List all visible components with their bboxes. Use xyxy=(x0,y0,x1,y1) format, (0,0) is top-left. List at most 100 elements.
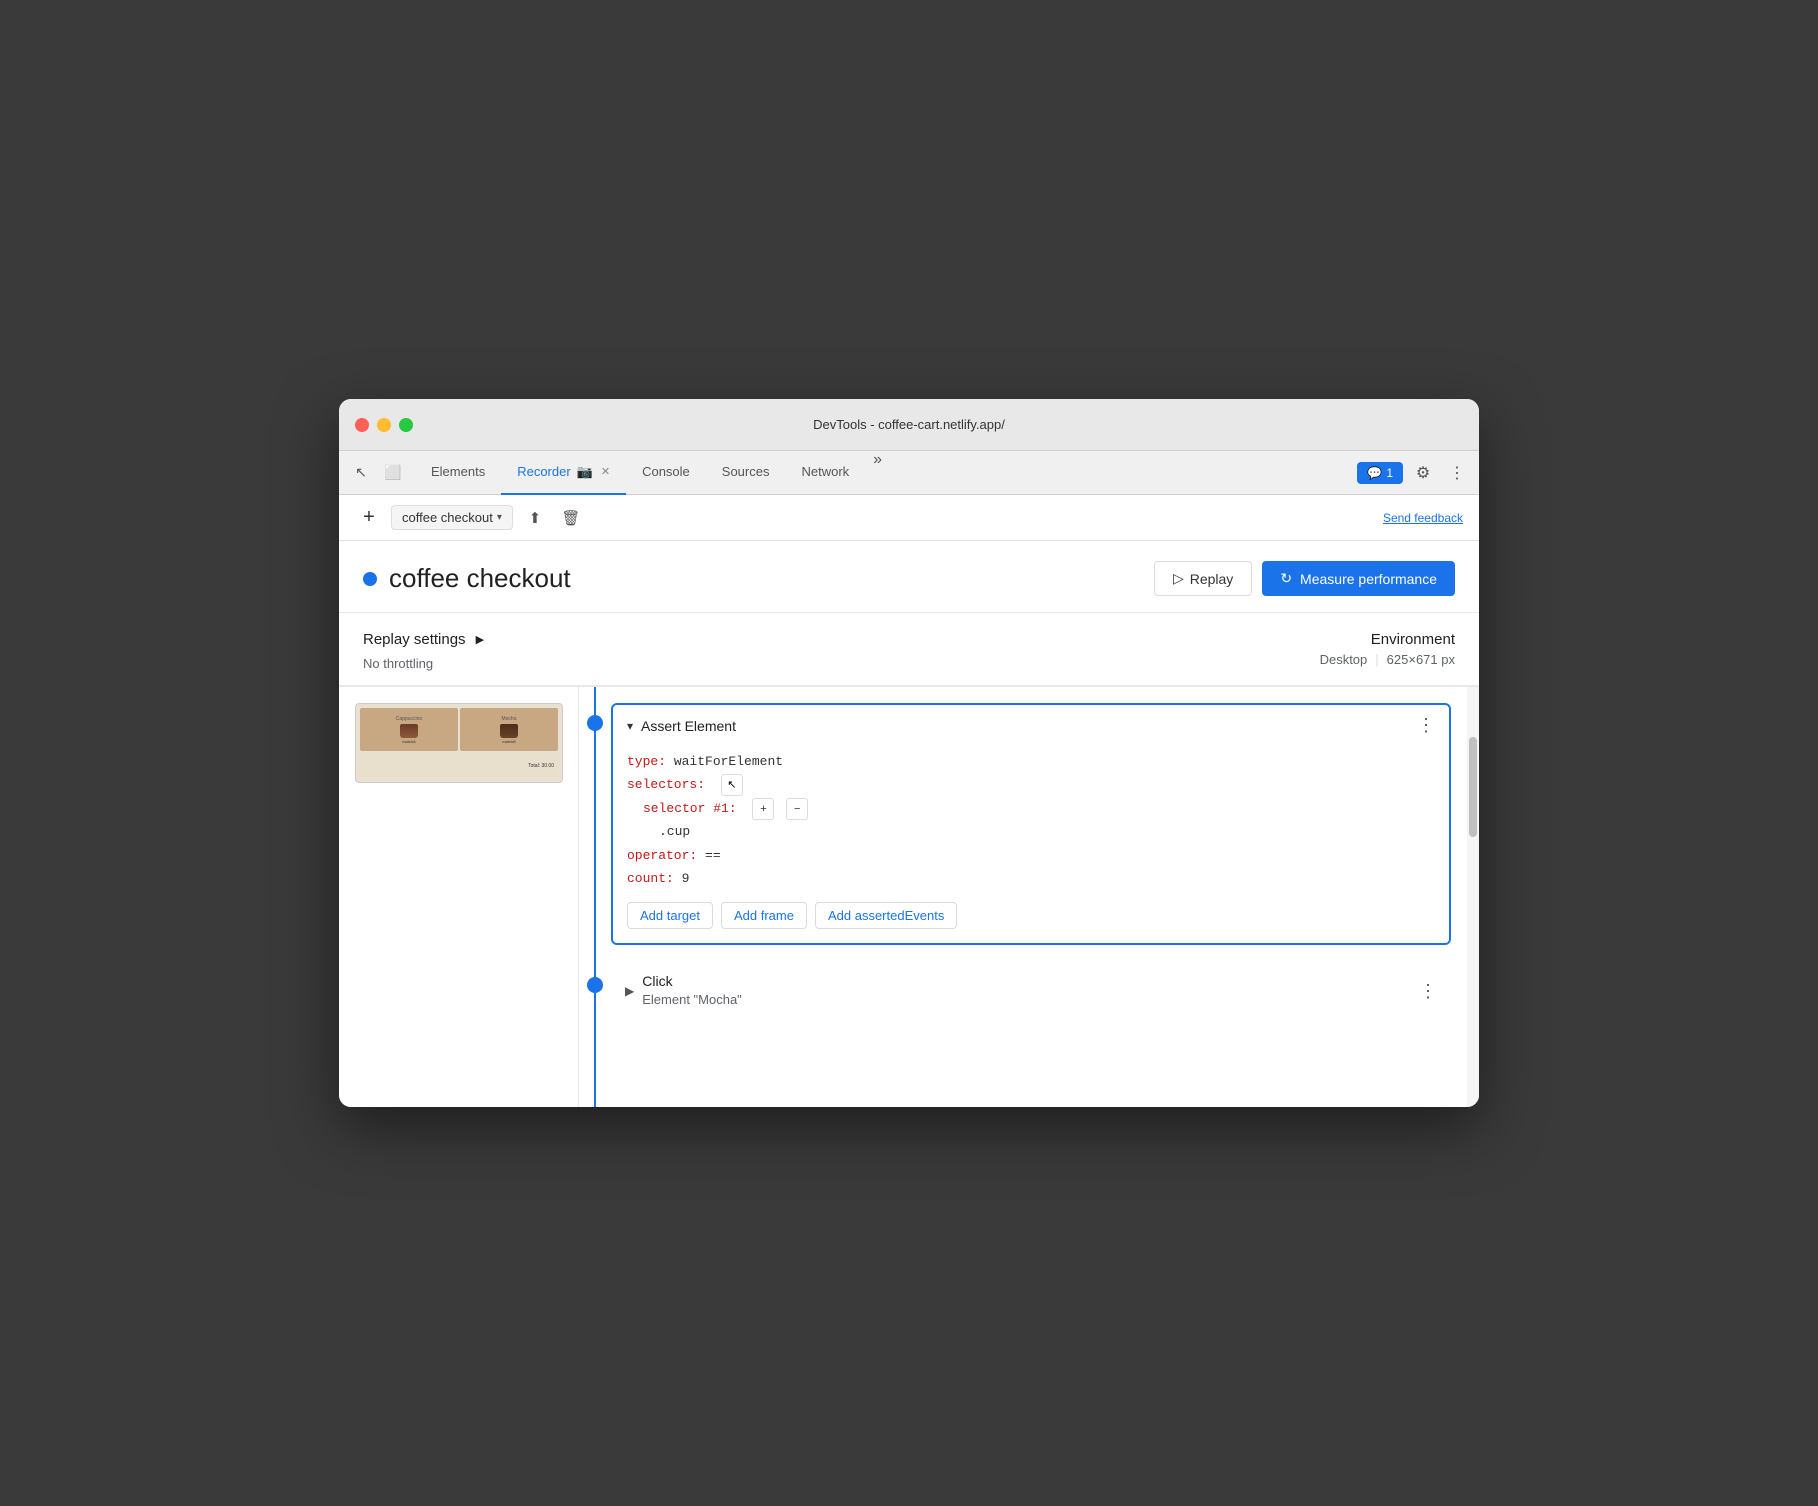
plus-icon: + xyxy=(363,506,375,529)
environment-group: Environment Desktop | 625×671 px xyxy=(1320,631,1455,671)
thumb-item-1: Cappuccino matchA xyxy=(360,708,458,751)
code-type-val: waitForElement xyxy=(674,754,783,769)
click-header-left: ▶ Click Element "Mocha" xyxy=(625,973,742,1009)
scrollbar-track[interactable] xyxy=(1467,687,1479,1107)
play-icon: ▷ xyxy=(1173,570,1184,587)
main-recording-area: Cappuccino matchA Mocha matchB Total: 30… xyxy=(339,687,1479,1107)
measure-performance-btn[interactable]: ↻ Measure performance xyxy=(1262,561,1455,596)
add-frame-btn[interactable]: Add frame xyxy=(721,902,807,929)
add-asserted-events-btn[interactable]: Add assertedEvents xyxy=(815,902,957,929)
maximize-button[interactable] xyxy=(399,418,413,432)
click-title-group: Click Element "Mocha" xyxy=(642,973,742,1009)
assert-element-step: ▾ Assert Element ⋮ type: waitForElement xyxy=(611,703,1451,945)
device-type: Desktop xyxy=(1320,652,1368,667)
selector-remove-btn[interactable]: − xyxy=(786,798,808,820)
toolbar-icons: ↖ ⬜ xyxy=(347,459,407,487)
step-dot-2 xyxy=(587,977,603,993)
dropdown-arrow-icon: ▾ xyxy=(497,512,502,523)
env-dimensions: 625×671 px xyxy=(1387,652,1455,667)
click-step-header: ▶ Click Element "Mocha" ⋮ xyxy=(611,965,1451,1017)
thumb-item-2: Mocha matchB xyxy=(460,708,558,751)
code-line-count: count: 9 xyxy=(627,867,1435,890)
recording-name-label: coffee checkout xyxy=(402,510,493,525)
assert-toggle-icon[interactable]: ▾ xyxy=(627,719,633,733)
export-btn[interactable]: ⬆ xyxy=(521,504,549,532)
thumb-total: Total: 30.00 xyxy=(360,753,558,778)
assert-element-header: ▾ Assert Element ⋮ xyxy=(613,705,1449,746)
recording-status-dot xyxy=(363,572,377,586)
code-operator-key: operator: xyxy=(627,848,697,863)
tab-recorder[interactable]: Recorder 📷 ✕ xyxy=(501,451,626,495)
step-dot-1 xyxy=(587,715,603,731)
assert-header-left: ▾ Assert Element xyxy=(627,718,736,734)
recording-title-text: coffee checkout xyxy=(389,563,571,594)
title-bar: DevTools - coffee-cart.netlify.app/ xyxy=(339,399,1479,451)
more-options-btn[interactable]: ⋮ xyxy=(1443,459,1471,487)
environment-label: Environment xyxy=(1320,631,1455,648)
more-dots-icon: ⋮ xyxy=(1449,463,1465,483)
click-more-btn[interactable]: ⋮ xyxy=(1419,981,1437,1002)
assert-more-btn[interactable]: ⋮ xyxy=(1417,715,1435,736)
device-icon: ⬜ xyxy=(384,464,401,481)
minimize-button[interactable] xyxy=(377,418,391,432)
replay-settings-header[interactable]: Replay settings ▶ xyxy=(363,631,484,648)
code-selectors-key: selectors: xyxy=(627,777,705,792)
click-step-subtitle: Element "Mocha" xyxy=(642,992,742,1007)
scrollbar-thumb[interactable] xyxy=(1469,737,1477,837)
settings-env-row: Replay settings ▶ No throttling Environm… xyxy=(339,613,1479,686)
delete-btn[interactable]: 🗑 xyxy=(557,504,585,532)
gear-icon: ⚙ xyxy=(1416,463,1430,483)
throttling-label: No throttling xyxy=(363,656,484,671)
close-button[interactable] xyxy=(355,418,369,432)
send-feedback-btn[interactable]: Send feedback xyxy=(1383,511,1463,525)
steps-panel: ▾ Assert Element ⋮ type: waitForElement xyxy=(579,687,1479,1107)
code-operator-val: == xyxy=(705,848,721,863)
replay-settings-label: Replay settings xyxy=(363,631,466,648)
selector-pick-btn[interactable]: ↖ xyxy=(721,774,743,796)
badge-count: 1 xyxy=(1386,466,1393,480)
devtools-tab-bar: ↖ ⬜ Elements Recorder 📷 ✕ Console Source… xyxy=(339,451,1479,495)
assert-action-buttons: Add target Add frame Add assertedEvents xyxy=(627,902,1435,929)
tab-console[interactable]: Console xyxy=(626,451,706,495)
recording-selector[interactable]: coffee checkout ▾ xyxy=(391,505,513,530)
recorder-icon: 📷 xyxy=(577,464,593,480)
timeline-line xyxy=(594,687,596,1107)
thumb-content-grid: Cappuccino matchA Mocha matchB Total: 30… xyxy=(356,704,562,782)
recorder-toolbar: + coffee checkout ▾ ⬆ 🗑 Send feedback xyxy=(339,495,1479,541)
add-target-btn[interactable]: Add target xyxy=(627,902,713,929)
selector-add-btn[interactable]: + xyxy=(752,798,774,820)
add-recording-btn[interactable]: + xyxy=(355,504,383,532)
header-actions: ▷ Replay ↻ Measure performance xyxy=(1154,561,1455,596)
settings-chevron-icon: ▶ xyxy=(476,633,484,646)
code-type-key: type: xyxy=(627,754,666,769)
tab-more-btn[interactable]: » xyxy=(865,451,890,495)
tab-elements[interactable]: Elements xyxy=(415,451,501,495)
assert-element-title: Assert Element xyxy=(641,718,736,734)
tab-network[interactable]: Network xyxy=(785,451,865,495)
tab-close-recorder[interactable]: ✕ xyxy=(601,465,610,478)
code-cup-val: .cup xyxy=(659,824,690,839)
cursor-icon-btn[interactable]: ↖ xyxy=(347,459,375,487)
console-badge-btn[interactable]: 💬 1 xyxy=(1357,462,1403,484)
settings-env-section: Replay settings ▶ No throttling Environm… xyxy=(339,613,1479,687)
code-count-key: count: xyxy=(627,871,674,886)
click-toggle-icon[interactable]: ▶ xyxy=(625,984,634,998)
measure-label: Measure performance xyxy=(1300,571,1437,587)
replay-settings-group: Replay settings ▶ No throttling xyxy=(363,631,484,671)
code-line-operator: operator: == xyxy=(627,844,1435,867)
thumbnail-panel: Cappuccino matchA Mocha matchB Total: 30… xyxy=(339,687,579,1107)
code-count-val: 9 xyxy=(682,871,690,886)
measure-icon: ↻ xyxy=(1280,570,1292,587)
devtools-window: DevTools - coffee-cart.netlify.app/ ↖ ⬜ … xyxy=(339,399,1479,1107)
replay-label: Replay xyxy=(1190,571,1234,587)
tab-sources[interactable]: Sources xyxy=(706,451,786,495)
settings-icon-btn[interactable]: ⚙ xyxy=(1409,459,1437,487)
click-step-title: Click xyxy=(642,973,672,989)
tabs-list: Elements Recorder 📷 ✕ Console Sources Ne… xyxy=(415,451,1357,495)
code-line-cup: .cup xyxy=(659,820,1435,843)
code-line-selectors: selectors: ↖ xyxy=(627,773,1435,796)
replay-btn[interactable]: ▷ Replay xyxy=(1154,561,1252,596)
device-icon-btn[interactable]: ⬜ xyxy=(379,459,407,487)
export-icon: ⬆ xyxy=(529,509,542,527)
console-icon: 💬 xyxy=(1367,466,1382,480)
